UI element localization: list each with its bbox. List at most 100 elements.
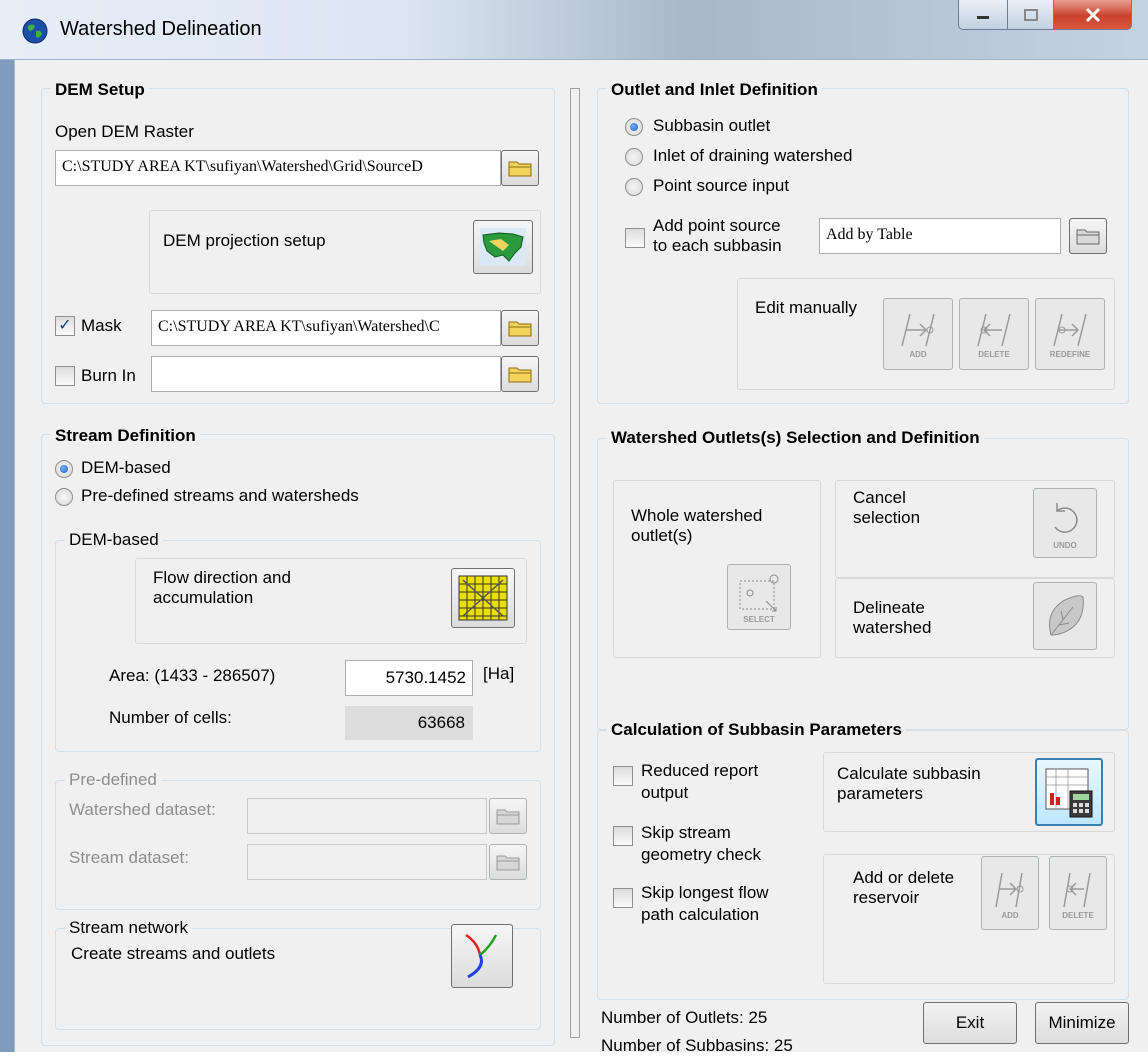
stream-dataset-browse-button [489,844,527,880]
skip-stream-geometry-checkbox[interactable] [613,826,633,846]
stream-network-icon [465,933,498,979]
select-outlet-button[interactable]: SELECT [727,564,791,630]
mask-label: Mask [81,316,122,335]
usa-map-icon [480,228,526,266]
skip-longest-flow-label: Skip longest flow path calculation [641,883,769,924]
dialog-client-area: DEM Setup Open DEM Raster C:\STUDY AREA … [14,60,1148,1055]
leaf-icon [1049,595,1084,636]
delineate-watershed-button[interactable] [1033,582,1097,650]
inlet-radio[interactable] [625,148,643,166]
minimize-icon [977,15,989,19]
watershed-dataset-input [247,798,487,834]
calculate-subbasin-label: Calculate subbasin parameters [837,764,981,803]
open-dem-label: Open DEM Raster [55,122,194,141]
area-label: Area: (1433 - 286507) [109,666,276,685]
whole-watershed-label: Whole watershed outlet(s) [631,506,763,545]
add-reservoir-button[interactable]: ADD [981,856,1039,930]
subbasin-params-title: Calculation of Subbasin Parameters [607,720,906,740]
redefine-button-caption: REDEFINE [1049,349,1091,359]
watershed-outlets-title: Watershed Outlets(s) Selection and Defin… [607,428,984,448]
close-icon [1085,7,1100,22]
predefined-radio[interactable] [55,488,73,506]
dem-based-radio[interactable] [55,460,73,478]
delete-outlet-button[interactable]: DELETE [959,298,1029,370]
watershed-dataset-label: Watershed dataset: [69,800,216,819]
add-by-table-browse-button[interactable] [1069,218,1107,254]
area-input[interactable]: 5730.1452 [345,660,473,696]
stream-network-title: Stream network [65,918,193,938]
undo-selection-button[interactable]: UNDO [1033,488,1097,558]
grid-icon [458,575,508,621]
folder-icon [508,367,532,383]
burn-in-checkbox[interactable] [55,366,75,386]
globe-icon [22,18,48,44]
select-button-caption: SELECT [743,614,775,624]
dem-projection-button[interactable] [473,220,533,274]
reduced-report-checkbox[interactable] [613,766,633,786]
minimize-button[interactable]: Minimize [1035,1002,1129,1044]
title-bar[interactable]: Watershed Delineation [0,0,1148,60]
inlet-label: Inlet of draining watershed [653,146,853,165]
mask-path-input[interactable]: C:\STUDY AREA KT\sufiyan\Watershed\C [151,310,501,346]
dem-path-input[interactable]: C:\STUDY AREA KT\sufiyan\Watershed\Grid\… [55,150,501,186]
dem-browse-button[interactable] [501,150,539,186]
folder-icon [508,161,532,177]
dem-projection-label: DEM projection setup [163,231,326,250]
subbasin-outlet-radio[interactable] [625,118,643,136]
mask-checkbox[interactable]: ✓ [55,316,75,336]
add-outlet-button[interactable]: ADD [883,298,953,370]
calculate-subbasin-button[interactable] [1035,758,1103,826]
flow-direction-label: Flow direction and accumulation [153,568,291,607]
predefined-radio-label: Pre-defined streams and watersheds [81,486,359,505]
add-point-source-label: Add point source to each subbasin [653,216,782,255]
add-by-table-input[interactable]: Add by Table [819,218,1061,254]
redefine-outlet-button[interactable]: REDEFINE [1035,298,1105,370]
stream-dataset-input [247,844,487,880]
add-point-source-checkbox[interactable] [625,228,645,248]
maximize-icon [1023,8,1038,21]
delete-reservoir-icon [1063,872,1091,907]
delineate-label: Delineate watershed [853,598,932,637]
redefine-outlet-icon [1053,313,1087,346]
folder-icon [496,809,520,825]
minimize-window-button[interactable] [958,0,1008,30]
burn-in-path-input[interactable] [151,356,501,392]
delete-outlet-icon [977,313,1011,346]
mask-browse-button[interactable] [501,310,539,346]
outlet-inlet-title: Outlet and Inlet Definition [607,80,822,100]
edit-manually-label: Edit manually [755,298,858,317]
panel-splitter[interactable] [570,88,580,1038]
create-streams-button[interactable] [451,924,513,988]
add-reservoir-icon [995,872,1024,907]
stream-definition-title: Stream Definition [51,426,200,446]
add-reservoir-caption: ADD [1001,910,1019,920]
window: Watershed Delineation DEM Setup Open DEM… [0,0,1148,1055]
add-outlet-icon [901,313,935,346]
window-title: Watershed Delineation [60,18,262,40]
point-source-radio[interactable] [625,178,643,196]
burn-in-browse-button[interactable] [501,356,539,392]
skip-longest-flow-checkbox[interactable] [613,888,633,908]
subbasins-count: Number of Subbasins: 25 [601,1036,793,1055]
close-window-button[interactable] [1054,0,1132,30]
delete-reservoir-button[interactable]: DELETE [1049,856,1107,930]
flow-direction-button[interactable] [451,568,515,628]
select-icon [739,574,779,611]
cells-label: Number of cells: [109,708,232,727]
folder-icon [1076,229,1100,245]
skip-stream-geometry-label: Skip stream geometry check [641,823,761,864]
delete-button-caption: DELETE [978,349,1010,359]
delete-reservoir-caption: DELETE [1062,910,1094,920]
exit-button[interactable]: Exit [923,1002,1017,1044]
dem-based-subgroup-title: DEM-based [65,530,163,550]
stream-dataset-label: Stream dataset: [69,848,190,867]
add-button-caption: ADD [909,349,927,359]
folder-icon [496,855,520,871]
undo-icon [1054,502,1078,533]
spreadsheet-calculator-icon [1045,768,1093,818]
reservoir-label: Add or delete reservoir [853,868,955,907]
reduced-report-label: Reduced report output [641,761,759,802]
maximize-window-button[interactable] [1008,0,1054,30]
subbasin-outlet-label: Subbasin outlet [653,116,771,135]
dem-setup-title: DEM Setup [51,80,149,100]
